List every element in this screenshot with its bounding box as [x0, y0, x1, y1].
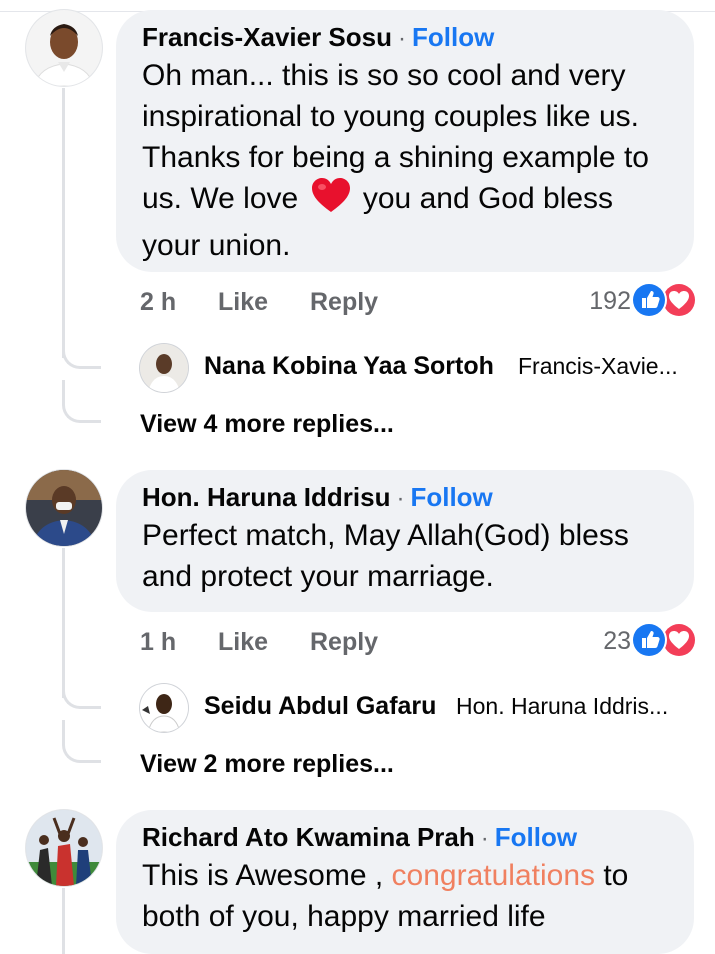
- reply-author[interactable]: Nana Kobina Yaa Sortoh: [204, 352, 494, 381]
- reply-button[interactable]: Reply: [310, 288, 378, 317]
- follow-button[interactable]: Follow: [410, 482, 492, 512]
- reply-preview[interactable]: Nana Kobina Yaa Sortoh Francis-Xavie...: [140, 344, 700, 392]
- follow-button[interactable]: Follow: [412, 22, 494, 52]
- comment-author[interactable]: Richard Ato Kwamina Prah: [142, 822, 475, 852]
- comment-text-part: This is Awesome ,: [142, 859, 392, 892]
- thread-connector: [62, 336, 101, 369]
- avatar[interactable]: [26, 810, 102, 886]
- view-more-replies[interactable]: View 2 more replies...: [140, 750, 394, 779]
- comment-actions: 1 h Like Reply 23: [140, 624, 695, 662]
- comment-bubble: Francis-Xavier Sosu · Follow Oh man... thi…: [116, 10, 694, 272]
- comment-actions: 2 h Like Reply 192: [140, 284, 695, 322]
- comment-text: Oh man... this is so so cool and very in…: [142, 55, 668, 266]
- reply-author[interactable]: Seidu Abdul Gafaru: [204, 692, 436, 721]
- separator-dot: ·: [396, 485, 405, 512]
- avatar[interactable]: [26, 470, 102, 546]
- thread-line: [62, 88, 65, 358]
- avatar[interactable]: [26, 10, 102, 86]
- comment-text: This is Awesome , congratulations to bot…: [142, 855, 668, 937]
- reply-avatar[interactable]: [140, 684, 188, 732]
- reaction-count: 192: [589, 287, 631, 315]
- reply-snippet: Francis-Xavie...: [518, 353, 678, 379]
- thread-connector: [62, 676, 101, 709]
- separator-dot: ·: [398, 25, 406, 52]
- comment-time[interactable]: 2 h: [140, 288, 176, 317]
- reaction-count: 23: [603, 627, 631, 655]
- comment-bubble: Richard Ato Kwamina Prah · Follow This is …: [116, 810, 694, 954]
- reply-button[interactable]: Reply: [310, 628, 378, 657]
- heart-emoji-icon: [311, 178, 351, 225]
- highlighted-word[interactable]: congratulations: [392, 859, 595, 892]
- thread-connector: [62, 720, 101, 763]
- thread-connector: [62, 380, 101, 423]
- reply-avatar[interactable]: [140, 344, 188, 392]
- comment-bubble: Hon. Haruna Iddrisu · Follow Perfect match…: [116, 470, 694, 612]
- comment-author[interactable]: Francis-Xavier Sosu: [142, 22, 392, 52]
- like-button[interactable]: Like: [218, 628, 268, 657]
- separator-dot: ·: [480, 825, 489, 852]
- love-reaction-icon: [663, 284, 695, 316]
- thread-line: [62, 888, 65, 954]
- reactions[interactable]: 23: [555, 624, 695, 658]
- like-reaction-icon: [633, 284, 665, 316]
- comment-text: Perfect match, May Allah(God) bless and …: [142, 519, 629, 593]
- view-more-replies[interactable]: View 4 more replies...: [140, 410, 394, 439]
- reply-preview[interactable]: Seidu Abdul Gafaru Hon. Haruna Iddris...: [140, 684, 700, 732]
- reply-snippet: Hon. Haruna Iddris...: [456, 693, 669, 719]
- love-reaction-icon: [663, 624, 695, 656]
- like-button[interactable]: Like: [218, 288, 268, 317]
- comment-time[interactable]: 1 h: [140, 628, 176, 657]
- like-reaction-icon: [633, 624, 665, 656]
- comment-author[interactable]: Hon. Haruna Iddrisu: [142, 482, 390, 512]
- follow-button[interactable]: Follow: [495, 822, 577, 852]
- reactions[interactable]: 192: [555, 284, 695, 318]
